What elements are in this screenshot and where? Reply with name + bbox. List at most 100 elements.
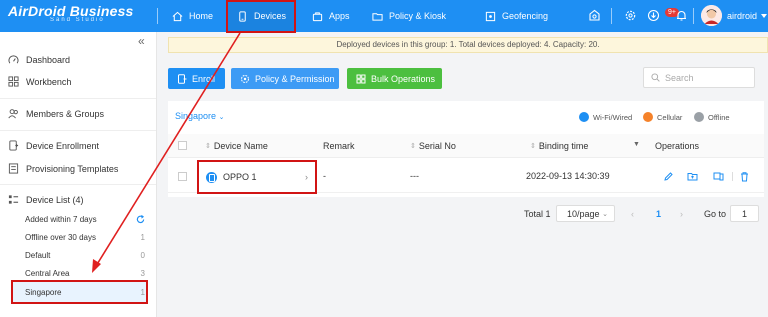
folder-icon[interactable]	[687, 171, 698, 182]
group-added-within-7-days[interactable]: Added within 7 days	[25, 215, 145, 224]
divider	[0, 184, 156, 185]
column-label: Operations	[655, 141, 700, 151]
device-binding-time: 2022-09-13 14:30:39	[526, 171, 610, 181]
group-selector[interactable]: Singapore ⌄	[175, 111, 224, 121]
search-icon	[651, 73, 660, 82]
group-count: 1	[140, 288, 145, 297]
group-count: 3	[140, 269, 145, 278]
group-singapore[interactable]: Singapore 1	[25, 288, 145, 297]
column-operations: Operations	[655, 141, 699, 151]
brand-subtitle: Sand Studio	[50, 17, 105, 23]
enroll-icon	[178, 73, 187, 84]
device-serial: ---	[410, 171, 419, 181]
avatar[interactable]	[701, 5, 722, 26]
filter-dropdown-icon[interactable]: ▼	[633, 141, 640, 148]
chevron-down-icon[interactable]	[761, 14, 767, 18]
table-header: ⇕ Device Name Remark ⇕ Serial No ⇕ Bindi…	[168, 134, 764, 158]
policy-permission-label: Policy & Permission	[255, 73, 335, 84]
home-icon	[172, 11, 183, 21]
group-label: Offline over 30 days	[25, 233, 97, 242]
workbench-icon	[8, 76, 19, 87]
goto-page-input[interactable]: 1	[730, 205, 759, 222]
device-name-cell[interactable]: OPPO 1	[197, 160, 317, 194]
row-checkbox[interactable]	[178, 172, 187, 181]
template-icon	[8, 163, 19, 174]
bell-icon[interactable]	[675, 9, 688, 22]
cellular-icon	[643, 112, 653, 122]
nav-policy-kiosk[interactable]: Policy & Kiosk	[372, 0, 472, 32]
table-row[interactable]: OPPO 1 › - --- 2022-09-13 14:30:39	[168, 159, 764, 194]
refresh-icon[interactable]	[136, 215, 145, 224]
remote-control-icon[interactable]	[713, 171, 724, 182]
group-offline-over-30-days[interactable]: Offline over 30 days 1	[25, 233, 145, 242]
collapse-sidebar-icon[interactable]: «	[138, 34, 145, 48]
bulk-operations-label: Bulk Operations	[371, 73, 436, 84]
column-serial-no[interactable]: ⇕ Serial No	[410, 141, 456, 151]
chevron-right-icon[interactable]: ›	[305, 172, 308, 182]
divider	[611, 8, 612, 24]
policy-permission-button[interactable]: Policy & Permission	[231, 68, 339, 89]
group-central-area[interactable]: Central Area 3	[25, 269, 145, 278]
legend-label: Cellular	[657, 112, 683, 122]
page-size-select[interactable]: 10/page ⌄	[556, 205, 615, 222]
divider	[732, 172, 733, 181]
enroll-button[interactable]: Enroll	[168, 68, 225, 89]
search-input[interactable]: Search	[643, 67, 755, 88]
sidebar-item-members-groups[interactable]: Members & Groups	[8, 108, 104, 119]
sort-icon[interactable]: ⇕	[530, 142, 536, 150]
prev-page-button[interactable]: ‹	[631, 206, 634, 222]
chevron-down-icon: ⌄	[218, 114, 225, 121]
group-default[interactable]: Default 0	[25, 251, 145, 260]
edit-icon[interactable]	[663, 171, 674, 182]
total-count: Total 1	[524, 209, 551, 219]
sidebar: « Dashboard Workbench Members & Groups D…	[0, 32, 157, 317]
policy-icon	[372, 12, 383, 21]
legend-wifi: Wi-Fi/Wired	[579, 112, 632, 122]
column-label: Device Name	[213, 141, 268, 151]
nav-home[interactable]: Home	[172, 0, 224, 32]
apps-icon	[312, 11, 323, 21]
group-label: Singapore	[25, 288, 62, 297]
group-label: Added within 7 days	[25, 215, 97, 224]
nav-home-label: Home	[189, 11, 214, 21]
divider	[693, 8, 694, 24]
nav-policy-label: Policy & Kiosk	[389, 11, 447, 21]
sort-icon[interactable]: ⇕	[205, 142, 211, 150]
bulk-operations-button[interactable]: Bulk Operations	[347, 68, 442, 89]
airdroid-logo[interactable]: AirDroid Business Sand Studio	[8, 3, 156, 29]
divider	[157, 8, 158, 24]
list-icon	[8, 195, 19, 204]
sidebar-item-provisioning-templates[interactable]: Provisioning Templates	[8, 163, 118, 174]
nav-geofencing-label: Geofencing	[502, 11, 549, 21]
sort-icon[interactable]: ⇕	[410, 142, 416, 150]
column-binding-time[interactable]: ⇕ Binding time	[530, 141, 588, 151]
top-navigation-bar: AirDroid Business Sand Studio Home Devic…	[0, 0, 768, 32]
sidebar-item-device-enrollment[interactable]: Device Enrollment	[8, 140, 99, 151]
group-label: Default	[25, 251, 51, 260]
group-count: 1	[140, 233, 145, 242]
nav-apps-label: Apps	[329, 11, 350, 21]
column-device-name[interactable]: ⇕ Device Name	[205, 141, 268, 151]
members-icon	[8, 109, 18, 119]
dashboard-icon	[8, 55, 19, 64]
trash-icon[interactable]	[739, 171, 750, 182]
next-page-button[interactable]: ›	[680, 206, 683, 222]
download-icon[interactable]	[647, 9, 660, 22]
device-name: OPPO 1	[223, 172, 257, 182]
current-page[interactable]: 1	[656, 206, 661, 222]
admin-console-icon[interactable]	[588, 9, 601, 22]
sidebar-item-device-list[interactable]: Device List (4)	[8, 194, 84, 205]
enroll-label: Enroll	[192, 73, 216, 84]
nav-apps[interactable]: Apps	[312, 0, 362, 32]
sidebar-item-dashboard[interactable]: Dashboard	[8, 54, 70, 65]
username[interactable]: airdroid	[727, 11, 757, 21]
group-name: Singapore	[175, 111, 217, 121]
nav-geofencing[interactable]: Geofencing	[485, 0, 565, 32]
column-remark: Remark	[323, 141, 355, 151]
sidebar-item-label: Workbench	[26, 76, 72, 87]
divider	[0, 98, 156, 99]
gear-icon[interactable]	[624, 9, 637, 22]
sidebar-item-workbench[interactable]: Workbench	[8, 76, 71, 87]
select-all-checkbox[interactable]	[178, 141, 187, 150]
goto-label: Go to	[704, 209, 727, 219]
